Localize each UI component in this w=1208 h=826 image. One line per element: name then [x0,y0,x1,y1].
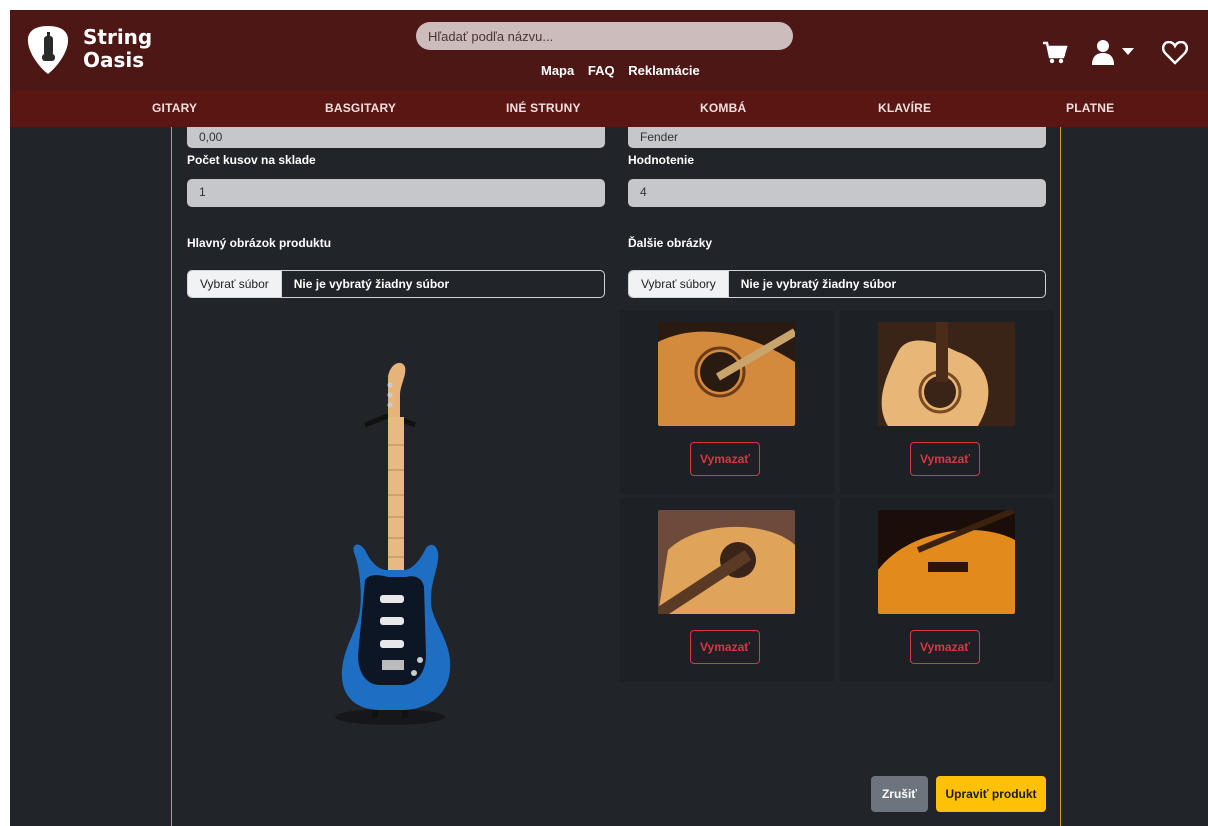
brand-name[interactable]: String Oasis [83,26,152,72]
nav-item-platne[interactable]: PLATNE [1066,101,1114,115]
link-faq[interactable]: FAQ [588,63,615,78]
brand-line-2: Oasis [83,48,145,72]
nav-item-basgitary[interactable]: BASGITARY [325,101,396,115]
guitar-pick-logo-icon[interactable] [26,24,70,76]
app-window: String Oasis Mapa FAQ Reklamácie GITARY … [10,10,1208,826]
cart-icon[interactable] [1042,40,1068,66]
nav-item-ine-struny[interactable]: INÉ STRUNY [506,101,581,115]
nav-item-klavire[interactable]: KLAVÍRE [878,101,931,115]
user-icon[interactable] [1090,38,1116,66]
link-reklamacie[interactable]: Reklamácie [628,63,700,78]
caret-down-icon[interactable] [1122,48,1134,56]
nav-item-gitary[interactable]: GITARY [152,101,197,115]
brand-line-1: String [83,25,153,49]
top-links: Mapa FAQ Reklamácie [541,63,710,78]
nav-item-komba[interactable]: KOMBÁ [700,101,746,115]
form-panel-border [171,127,1061,826]
search-input[interactable] [416,22,793,50]
category-nav: GITARY BASGITARY INÉ STRUNY KOMBÁ KLAVÍR… [10,91,1208,127]
link-mapa[interactable]: Mapa [541,63,574,78]
heart-icon[interactable] [1162,41,1188,65]
top-header: String Oasis Mapa FAQ Reklamácie [10,10,1208,91]
